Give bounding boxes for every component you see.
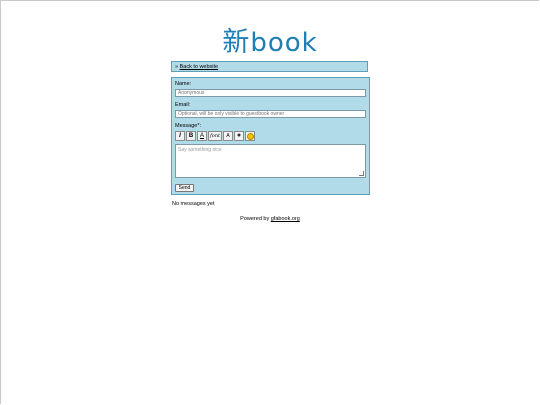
formatting-toolbar: I B A font A ● xyxy=(175,131,255,141)
font-button[interactable]: font xyxy=(208,131,222,141)
logo-text: book xyxy=(250,28,318,58)
powered-by-prefix: Powered by xyxy=(240,216,271,222)
guestbook-form: Name: Email: Message*: I B A font A ● Sa… xyxy=(171,77,370,195)
email-label: Email: xyxy=(175,102,191,108)
name-input[interactable] xyxy=(175,89,366,97)
message-textarea[interactable]: Say something nice xyxy=(175,144,366,178)
bold-button[interactable]: B xyxy=(186,131,196,141)
message-placeholder: Say something nice xyxy=(178,147,222,153)
email-input[interactable] xyxy=(175,110,366,118)
send-button[interactable]: Send xyxy=(175,184,194,192)
italic-button[interactable]: I xyxy=(175,131,185,141)
back-to-website-link[interactable]: Back to website xyxy=(180,64,219,70)
smiley-button[interactable] xyxy=(245,131,255,141)
smiley-icon xyxy=(246,132,254,140)
top-navigation-bar: » Back to website xyxy=(171,61,368,72)
underline-button[interactable]: A xyxy=(197,131,207,141)
site-logo: 新book xyxy=(0,20,540,59)
color-button[interactable]: ● xyxy=(234,131,244,141)
no-messages-text: No messages yet xyxy=(172,201,215,207)
logo-cjk: 新 xyxy=(222,27,251,58)
footer-powered-by: Powered by gfabook.org xyxy=(0,216,540,222)
name-label: Name: xyxy=(175,81,192,87)
font-size-button[interactable]: A xyxy=(223,131,233,141)
resize-handle-icon[interactable] xyxy=(359,171,364,176)
powered-by-link[interactable]: gfabook.org xyxy=(271,216,300,222)
message-label: Message*: xyxy=(175,123,201,129)
